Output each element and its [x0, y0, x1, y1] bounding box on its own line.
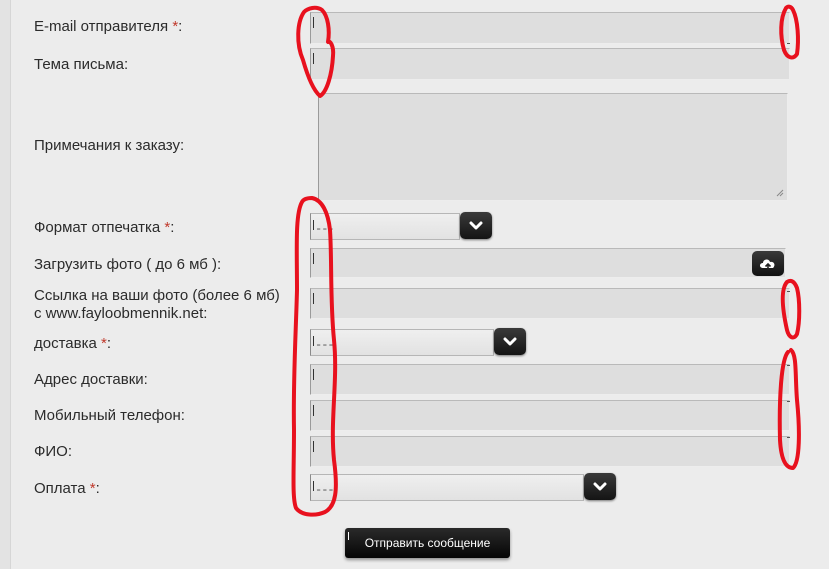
subject-label: Тема письма:	[34, 56, 129, 73]
payment-dropdown-button[interactable]	[584, 473, 616, 500]
left-border	[0, 0, 11, 569]
print-format-selected: ---	[315, 222, 335, 236]
chevron-down-icon	[503, 337, 517, 345]
phone-field[interactable]	[310, 400, 790, 431]
annotation-mark-left-column	[291, 196, 338, 517]
name-label: ФИО:	[34, 443, 73, 460]
upload-field[interactable]	[310, 248, 786, 278]
submit-button[interactable]: Отправить сообщение	[345, 528, 510, 558]
name-field[interactable]	[310, 436, 790, 467]
submit-button-label: Отправить сообщение	[364, 536, 491, 550]
delivery-dropdown-button[interactable]	[494, 328, 526, 355]
print-format-dropdown-button[interactable]	[460, 212, 492, 239]
payment-label: Оплата *:	[34, 480, 100, 497]
print-format-select[interactable]: ---	[310, 213, 460, 240]
subject-field[interactable]	[310, 48, 790, 80]
notes-label: Примечания к заказу:	[34, 137, 185, 154]
phone-label: Мобильный телефон:	[34, 407, 185, 424]
email-field[interactable]	[310, 12, 790, 44]
payment-selected: ---	[315, 483, 335, 497]
photo-link-field[interactable]	[310, 288, 790, 319]
resize-handle-icon[interactable]	[776, 189, 784, 197]
chevron-down-icon	[469, 221, 483, 229]
email-label: E-mail отправителя *:	[34, 18, 183, 35]
payment-select[interactable]: ---	[310, 474, 584, 501]
print-format-label: Формат отпечатка *:	[34, 219, 175, 236]
upload-label: Загрузить фото ( до 6 мб ):	[34, 256, 222, 273]
address-label: Адрес доставки:	[34, 371, 148, 388]
delivery-label: доставка *:	[34, 335, 112, 352]
chevron-down-icon	[593, 482, 607, 490]
delivery-select[interactable]: ---	[310, 329, 494, 356]
delivery-selected: ---	[315, 338, 335, 352]
cloud-upload-icon	[760, 258, 775, 270]
address-field[interactable]	[310, 364, 790, 395]
notes-textarea[interactable]	[318, 93, 788, 201]
upload-button[interactable]	[752, 251, 784, 276]
photo-link-label: Ссылка на ваши фото (более 6 мб) с www.f…	[34, 287, 280, 322]
